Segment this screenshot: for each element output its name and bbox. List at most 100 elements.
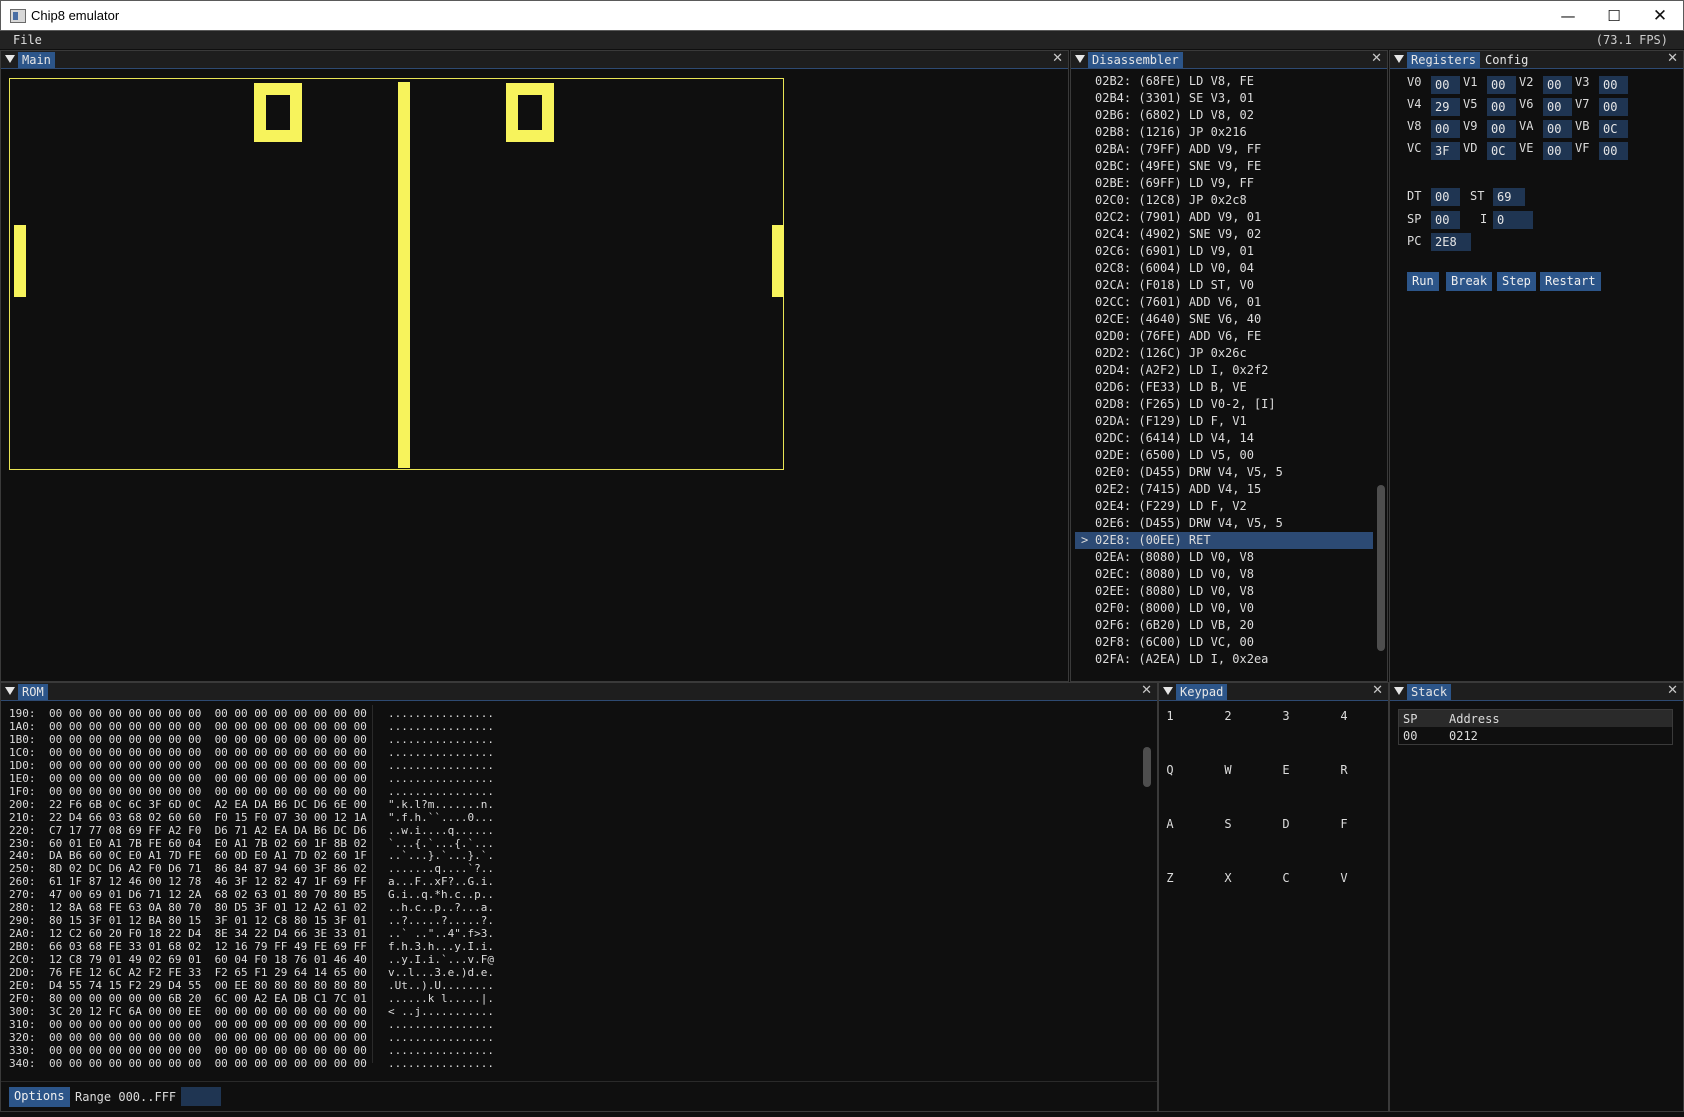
tab-rom[interactable]: ROM bbox=[18, 684, 48, 700]
options-button[interactable]: Options bbox=[9, 1087, 70, 1107]
disassembly-line[interactable]: 02B6: (6802) LD V8, 02 bbox=[1075, 107, 1373, 124]
register-value[interactable]: 00 bbox=[1599, 76, 1628, 94]
restart-button[interactable]: Restart bbox=[1540, 272, 1601, 291]
collapse-arrow-icon[interactable] bbox=[5, 55, 15, 63]
keypad-key[interactable]: 4 bbox=[1334, 709, 1354, 723]
keypad-key[interactable]: 3 bbox=[1276, 709, 1296, 723]
register-value[interactable]: 3F bbox=[1431, 142, 1460, 160]
disassembly-line[interactable]: 02BC: (49FE) SNE V9, FE bbox=[1075, 158, 1373, 175]
disassembly-line[interactable]: 02D6: (FE33) LD B, VE bbox=[1075, 379, 1373, 396]
hex-row[interactable]: 300: 3C 20 12 FC 6A 00 00 EE 00 00 00 00 … bbox=[9, 1005, 549, 1018]
hex-row[interactable]: 1B0: 00 00 00 00 00 00 00 00 00 00 00 00 … bbox=[9, 733, 549, 746]
hex-row[interactable]: 280: 12 8A 68 FE 63 0A 80 70 80 D5 3F 01 … bbox=[9, 901, 549, 914]
hex-row[interactable]: 2B0: 66 03 68 FE 33 01 68 02 12 16 79 FF … bbox=[9, 940, 549, 953]
hex-row[interactable]: 320: 00 00 00 00 00 00 00 00 00 00 00 00 … bbox=[9, 1031, 549, 1044]
disassembly-line[interactable]: 02CE: (4640) SNE V6, 40 bbox=[1075, 311, 1373, 328]
register-value[interactable]: 00 bbox=[1487, 120, 1516, 138]
disassembly-line[interactable]: 02E6: (D455) DRW V4, V5, 5 bbox=[1075, 515, 1373, 532]
disassembly-line[interactable]: 02B4: (3301) SE V3, 01 bbox=[1075, 90, 1373, 107]
register-value[interactable]: 00 bbox=[1431, 76, 1460, 94]
keypad-key[interactable]: Q bbox=[1160, 763, 1180, 777]
break-button[interactable]: Break bbox=[1446, 272, 1493, 291]
register-value[interactable]: 00 bbox=[1487, 76, 1516, 94]
disassembly-list[interactable]: 02B2: (68FE) LD V8, FE 02B4: (3301) SE V3… bbox=[1075, 69, 1373, 679]
disassembly-line[interactable]: 02D8: (F265) LD V0-2, [I] bbox=[1075, 396, 1373, 413]
disassembly-line[interactable]: 02C2: (7901) ADD V9, 01 bbox=[1075, 209, 1373, 226]
disassembly-line[interactable]: 02E0: (D455) DRW V4, V5, 5 bbox=[1075, 464, 1373, 481]
keypad-key[interactable]: V bbox=[1334, 871, 1354, 885]
hex-row[interactable]: 290: 80 15 3F 01 12 BA 80 15 3F 01 12 C8 … bbox=[9, 914, 549, 927]
keypad-key[interactable]: F bbox=[1334, 817, 1354, 831]
keypad-key[interactable]: A bbox=[1160, 817, 1180, 831]
disassembly-line[interactable]: 02DE: (6500) LD V5, 00 bbox=[1075, 447, 1373, 464]
disassembly-line[interactable]: >02E8: (00EE) RET bbox=[1075, 532, 1373, 549]
hex-row[interactable]: 270: 47 00 69 01 D6 71 12 2A 68 02 63 01 … bbox=[9, 888, 549, 901]
keypad-key[interactable]: 2 bbox=[1218, 709, 1238, 723]
hex-row[interactable]: 2F0: 80 00 00 00 00 00 6B 20 6C 00 A2 EA … bbox=[9, 992, 549, 1005]
keypad-key[interactable]: X bbox=[1218, 871, 1238, 885]
collapse-arrow-icon[interactable] bbox=[5, 687, 15, 695]
keypad-key[interactable]: 1 bbox=[1160, 709, 1180, 723]
close-icon[interactable]: ✕ bbox=[1667, 51, 1678, 66]
hex-row[interactable]: 1A0: 00 00 00 00 00 00 00 00 00 00 00 00 … bbox=[9, 720, 549, 733]
disassembly-line[interactable]: 02D2: (126C) JP 0x26c bbox=[1075, 345, 1373, 362]
hex-row[interactable]: 330: 00 00 00 00 00 00 00 00 00 00 00 00 … bbox=[9, 1044, 549, 1057]
disassembly-line[interactable]: 02DC: (6414) LD V4, 14 bbox=[1075, 430, 1373, 447]
tab-disassembler[interactable]: Disassembler bbox=[1088, 52, 1183, 68]
disassembly-line[interactable]: 02F0: (8000) LD V0, V0 bbox=[1075, 600, 1373, 617]
keypad-key[interactable]: W bbox=[1218, 763, 1238, 777]
keypad-key[interactable]: D bbox=[1276, 817, 1296, 831]
hex-row[interactable]: 230: 60 01 E0 A1 7B FE 60 04 E0 A1 7B 02 … bbox=[9, 837, 549, 850]
disassembly-line[interactable]: 02E2: (7415) ADD V4, 15 bbox=[1075, 481, 1373, 498]
register-value[interactable]: 00 bbox=[1543, 98, 1572, 116]
disassembly-line[interactable]: 02CA: (F018) LD ST, V0 bbox=[1075, 277, 1373, 294]
register-value[interactable]: 29 bbox=[1431, 98, 1460, 116]
disassembly-line[interactable]: 02E4: (F229) LD F, V2 bbox=[1075, 498, 1373, 515]
hex-row[interactable]: 250: 8D 02 DC D6 A2 F0 D6 71 86 84 87 94 … bbox=[9, 862, 549, 875]
range-input[interactable] bbox=[181, 1087, 221, 1106]
register-value[interactable]: 00 bbox=[1543, 76, 1572, 94]
collapse-arrow-icon[interactable] bbox=[1394, 55, 1404, 63]
i-value[interactable]: 0 bbox=[1493, 211, 1533, 229]
register-value[interactable]: 00 bbox=[1487, 98, 1516, 116]
disassembly-line[interactable]: 02B2: (68FE) LD V8, FE bbox=[1075, 73, 1373, 90]
hex-row[interactable]: 2A0: 12 C2 60 20 F0 18 22 D4 8E 34 22 D4 … bbox=[9, 927, 549, 940]
disassembly-line[interactable]: 02EE: (8080) LD V0, V8 bbox=[1075, 583, 1373, 600]
step-button[interactable]: Step bbox=[1497, 272, 1536, 291]
window-title-bar[interactable]: Chip8 emulator — ☐ ✕ bbox=[0, 0, 1684, 31]
collapse-arrow-icon[interactable] bbox=[1394, 687, 1404, 695]
hex-row[interactable]: 1C0: 00 00 00 00 00 00 00 00 00 00 00 00 … bbox=[9, 746, 549, 759]
disassembly-line[interactable]: 02C8: (6004) LD V0, 04 bbox=[1075, 260, 1373, 277]
hex-row[interactable]: 1D0: 00 00 00 00 00 00 00 00 00 00 00 00 … bbox=[9, 759, 549, 772]
hex-row[interactable]: 2C0: 12 C8 79 01 49 02 69 01 60 04 F0 18 … bbox=[9, 953, 549, 966]
close-window-button[interactable]: ✕ bbox=[1637, 1, 1683, 31]
disassembly-line[interactable]: 02F8: (6C00) LD VC, 00 bbox=[1075, 634, 1373, 651]
close-icon[interactable]: ✕ bbox=[1667, 683, 1678, 698]
disassembly-line[interactable]: 02EC: (8080) LD V0, V8 bbox=[1075, 566, 1373, 583]
disassembly-line[interactable]: 02C4: (4902) SNE V9, 02 bbox=[1075, 226, 1373, 243]
hex-row[interactable]: 310: 00 00 00 00 00 00 00 00 00 00 00 00 … bbox=[9, 1018, 549, 1031]
keypad-key[interactable]: Z bbox=[1160, 871, 1180, 885]
register-value[interactable]: 00 bbox=[1543, 142, 1572, 160]
register-value[interactable]: 00 bbox=[1431, 120, 1460, 138]
register-value[interactable]: 0C bbox=[1599, 120, 1628, 138]
run-button[interactable]: Run bbox=[1407, 272, 1439, 291]
hex-row[interactable]: 200: 22 F6 6B 0C 6C 3F 6D 0C A2 EA DA B6 … bbox=[9, 798, 549, 811]
dt-value[interactable]: 00 bbox=[1431, 188, 1460, 206]
minimize-button[interactable]: — bbox=[1545, 1, 1591, 31]
hex-row[interactable]: 2E0: D4 55 74 15 F2 29 D4 55 00 EE 80 80 … bbox=[9, 979, 549, 992]
rom-scrollbar[interactable] bbox=[1143, 747, 1151, 787]
disassembly-line[interactable]: 02B8: (1216) JP 0x216 bbox=[1075, 124, 1373, 141]
hex-row[interactable]: 260: 61 1F 87 12 46 00 12 78 46 3F 12 82 … bbox=[9, 875, 549, 888]
keypad-key[interactable]: E bbox=[1276, 763, 1296, 777]
tab-main[interactable]: Main bbox=[18, 52, 55, 68]
register-value[interactable]: 00 bbox=[1599, 98, 1628, 116]
register-value[interactable]: 0C bbox=[1487, 142, 1516, 160]
disassembly-line[interactable]: 02C6: (6901) LD V9, 01 bbox=[1075, 243, 1373, 260]
table-row[interactable]: 00 0212 bbox=[1399, 727, 1672, 744]
hex-row[interactable]: 340: 00 00 00 00 00 00 00 00 00 00 00 00 … bbox=[9, 1057, 549, 1067]
disassembly-line[interactable]: 02DA: (F129) LD F, V1 bbox=[1075, 413, 1373, 430]
hex-row[interactable]: 1F0: 00 00 00 00 00 00 00 00 00 00 00 00 … bbox=[9, 785, 549, 798]
register-value[interactable]: 00 bbox=[1599, 142, 1628, 160]
collapse-arrow-icon[interactable] bbox=[1163, 687, 1173, 695]
